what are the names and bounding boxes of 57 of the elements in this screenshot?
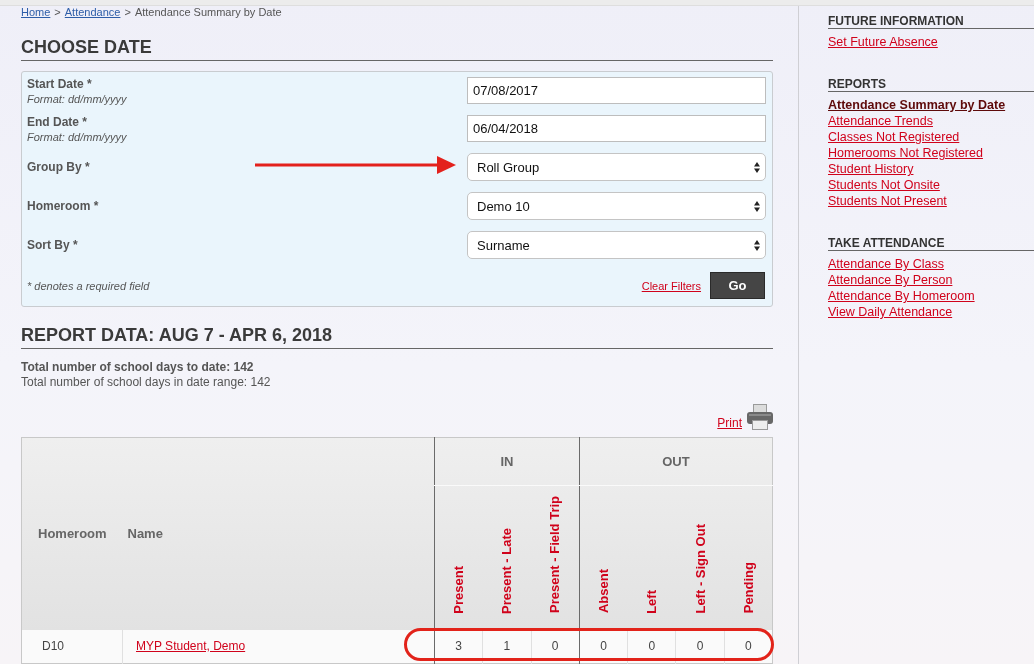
- sidebar-link[interactable]: Set Future Absence: [828, 35, 938, 49]
- dropdown[interactable]: Roll Group: [467, 153, 766, 181]
- sidebar-link[interactable]: View Daily Attendance: [828, 305, 953, 319]
- dropdown[interactable]: Surname: [467, 231, 766, 259]
- section-heading: FUTURE INFORMATION: [828, 14, 1034, 29]
- sidebar-link[interactable]: Attendance By Class: [828, 257, 945, 271]
- breadcrumb-current: Attendance Summary by Date: [134, 6, 282, 19]
- sidebar-link[interactable]: Students Not Present: [828, 194, 947, 208]
- section-heading: REPORT DATA: AUG 7 - APR 6, 2018: [21, 324, 773, 349]
- sidebar-link[interactable]: Attendance Summary by Date: [828, 98, 1006, 112]
- column-group-header: IN: [500, 454, 514, 469]
- sidebar-link[interactable]: Attendance Trends: [828, 114, 933, 128]
- sidebar-link[interactable]: Attendance By Homeroom: [828, 289, 975, 303]
- breadcrumb-separator: >: [54, 6, 61, 19]
- table-cell: D10: [21, 629, 123, 663]
- sidebar-link[interactable]: Students Not Onsite: [828, 178, 940, 192]
- sidebar-link[interactable]: Classes Not Registered: [828, 130, 960, 144]
- column-header: Left: [644, 589, 660, 614]
- print-link[interactable]: Print: [717, 416, 742, 430]
- section-heading: TAKE ATTENDANCE: [828, 236, 1034, 251]
- field-label: Start Date *: [27, 77, 92, 92]
- breadcrumb-link[interactable]: Attendance: [64, 6, 121, 19]
- up-down-arrows-icon: [754, 239, 760, 251]
- date-input[interactable]: 07/08/2017: [467, 77, 766, 104]
- column-header: Present - Late: [499, 527, 515, 614]
- format-hint: Format: dd/mm/yyyy: [27, 130, 127, 145]
- field-label: Group By *: [27, 159, 90, 175]
- up-down-arrows-icon: [754, 200, 760, 212]
- breadcrumb-link[interactable]: Home: [21, 6, 51, 19]
- required-note: * denotes a required field: [27, 279, 151, 292]
- sidebar-link[interactable]: Student History: [828, 162, 914, 176]
- printer-icon[interactable]: [747, 404, 773, 430]
- column-header: Present - Field Trip: [547, 496, 563, 614]
- breadcrumb-separator: >: [124, 6, 131, 19]
- section-heading: CHOOSE DATE: [21, 36, 773, 61]
- column-header: Present: [451, 565, 467, 614]
- column-group-header: OUT: [662, 454, 690, 469]
- sidebar-link[interactable]: Homerooms Not Registered: [828, 146, 983, 160]
- column-header: Absent: [596, 569, 612, 614]
- dropdown[interactable]: Demo 10: [467, 192, 766, 220]
- go-button[interactable]: Go: [710, 272, 765, 299]
- section-heading: REPORTS: [828, 77, 1034, 92]
- field-label: End Date *: [27, 115, 87, 130]
- sidebar-link[interactable]: Attendance By Person: [828, 273, 953, 287]
- field-label: Homeroom *: [27, 198, 99, 214]
- summary-text: Total number of school days to date: 142: [21, 360, 254, 375]
- column-header: Left - Sign Out: [692, 523, 708, 614]
- up-down-arrows-icon: [754, 161, 760, 173]
- column-header: Homeroom: [38, 526, 107, 542]
- summary-text: Total number of school days in date range: 142: [21, 375, 271, 390]
- column-header: Name: [127, 526, 163, 542]
- field-label: Sort By *: [27, 237, 78, 253]
- column-header: Pending: [740, 562, 756, 614]
- clear-filters-link[interactable]: Clear Filters: [641, 279, 701, 292]
- format-hint: Format: dd/mm/yyyy: [27, 92, 127, 107]
- student-link[interactable]: MYP Student, Demo: [136, 639, 246, 653]
- date-input[interactable]: 06/04/2018: [467, 115, 766, 142]
